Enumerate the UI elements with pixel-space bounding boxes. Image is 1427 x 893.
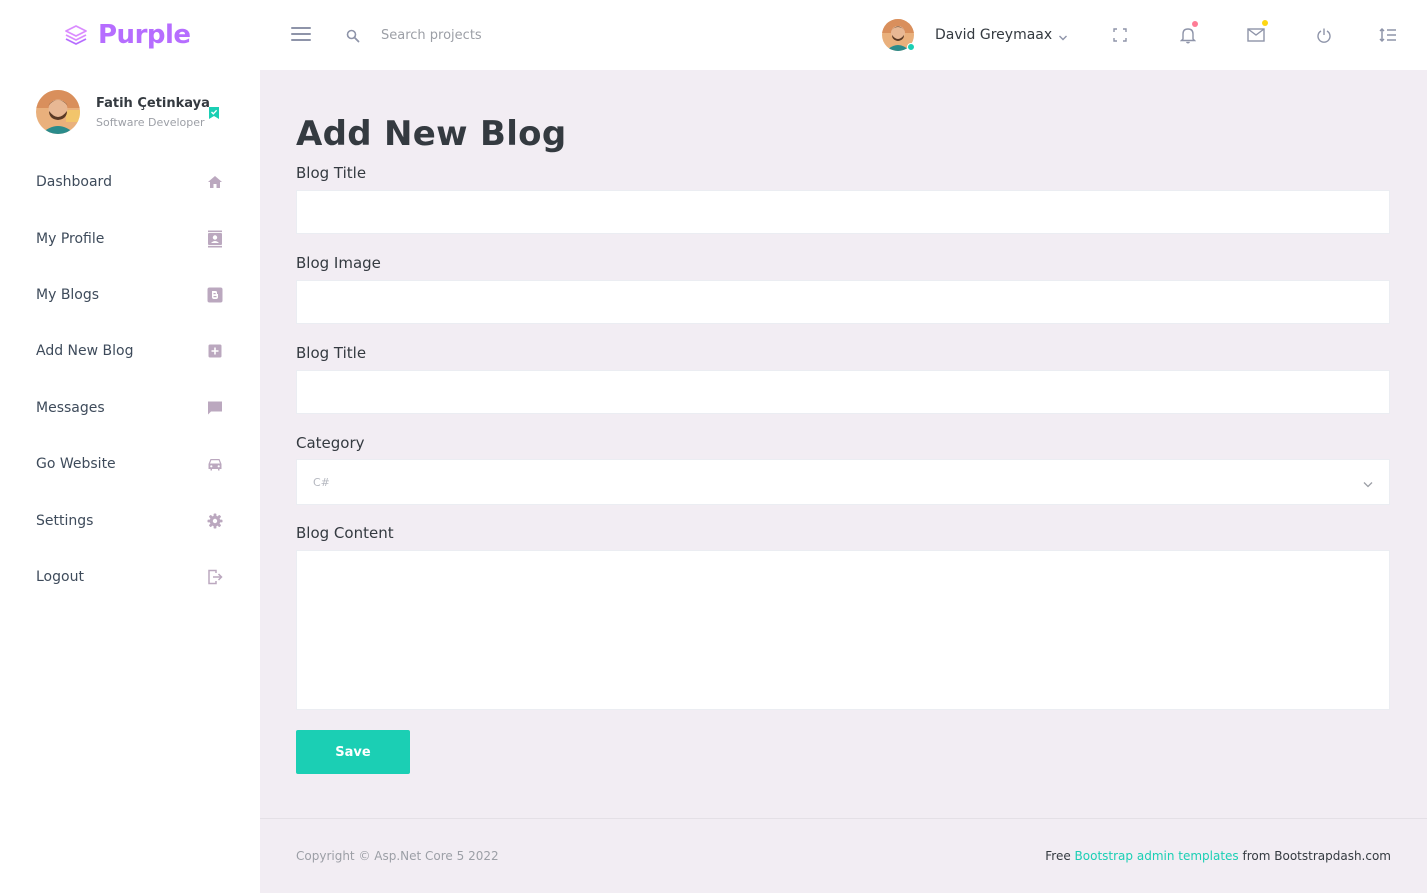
category-selected-value: C# <box>313 475 330 489</box>
bookmark-check-icon <box>208 105 220 124</box>
blog-image-label: Blog Image <box>296 254 381 272</box>
sidebar-menu: Dashboard My Profile My Blogs Add New Bl… <box>0 154 260 605</box>
credit-suffix: from Bootstrapdash.com <box>1238 849 1392 863</box>
sidebar-profile[interactable]: Fatih Çetinkaya Software Developer <box>36 90 236 134</box>
footer-credits: Free Bootstrap admin templates from Boot… <box>1045 849 1391 863</box>
notification-badge <box>1192 21 1198 27</box>
sidebar-item-dashboard[interactable]: Dashboard <box>0 154 260 210</box>
blog-title-label: Blog Title <box>296 164 367 182</box>
search-input[interactable] <box>372 22 612 48</box>
bootstrap-templates-link[interactable]: Bootstrap admin templates <box>1075 849 1239 863</box>
copyright-text: Copyright © Asp.Net Core 5 2022 <box>296 849 499 863</box>
search-icon <box>346 28 360 47</box>
sidebar-item-label: My Blogs <box>36 286 100 303</box>
layers-icon <box>64 24 88 46</box>
car-icon <box>206 455 224 473</box>
home-icon <box>206 173 224 191</box>
blog-title-label-2: Blog Title <box>296 344 367 362</box>
sidebar-item-label: My Profile <box>36 230 105 247</box>
sidebar-profile-name: Fatih Çetinkaya <box>96 95 210 111</box>
main-content: Add New Blog Blog Title Blog Image Blog … <box>260 70 1427 893</box>
sidebar-item-logout[interactable]: Logout <box>0 549 260 605</box>
sidebar-item-go-website[interactable]: Go Website <box>0 436 260 492</box>
message-badge <box>1262 20 1268 26</box>
sidebar-item-my-profile[interactable]: My Profile <box>0 210 260 266</box>
brand-logo[interactable]: Purple <box>64 18 191 52</box>
brand-name: Purple <box>98 20 191 50</box>
online-status-dot <box>907 43 915 51</box>
blog-title-input-2[interactable] <box>296 370 1390 414</box>
bell-icon[interactable] <box>1177 21 1199 46</box>
sidebar-item-label: Add New Blog <box>36 343 134 360</box>
page-title: Add New Blog <box>296 114 567 154</box>
category-select[interactable]: C# <box>296 459 1390 505</box>
menu-toggle-icon[interactable] <box>291 27 311 43</box>
sidebar-item-label: Go Website <box>36 456 116 473</box>
blog-image-input[interactable] <box>296 280 1390 324</box>
chevron-down-icon <box>1363 473 1373 492</box>
nav-username: David Greymaax <box>935 27 1053 43</box>
mail-icon[interactable] <box>1245 20 1268 46</box>
avatar <box>882 19 915 51</box>
credit-prefix: Free <box>1045 849 1075 863</box>
contacts-icon <box>206 230 224 248</box>
sidebar-item-my-blogs[interactable]: My Blogs <box>0 267 260 323</box>
sidebar-item-label: Logout <box>36 568 84 585</box>
top-navbar: Purple David Greyma <box>0 0 1427 70</box>
sidebar-profile-role: Software Developer <box>96 115 205 129</box>
footer: Copyright © Asp.Net Core 5 2022 Free Boo… <box>260 818 1427 893</box>
sidebar-item-messages[interactable]: Messages <box>0 380 260 436</box>
sidebar-item-label: Dashboard <box>36 174 112 191</box>
sidebar-item-label: Messages <box>36 399 105 416</box>
blogger-icon <box>206 286 224 304</box>
message-icon <box>206 399 224 417</box>
power-icon[interactable] <box>1313 24 1335 46</box>
gear-icon <box>206 512 224 530</box>
sidebar-item-add-new-blog[interactable]: Add New Blog <box>0 323 260 379</box>
fullscreen-icon[interactable] <box>1109 24 1131 46</box>
blog-content-textarea[interactable] <box>296 550 1390 710</box>
blog-title-input[interactable] <box>296 190 1390 234</box>
chevron-down-icon <box>1058 27 1068 46</box>
logout-icon <box>206 568 224 586</box>
category-label: Category <box>296 434 365 452</box>
sidebar: Fatih Çetinkaya Software Developer Dashb… <box>0 70 260 893</box>
format-list-icon[interactable] <box>1377 24 1399 46</box>
sidebar-item-label: Settings <box>36 512 94 529</box>
avatar <box>36 90 80 134</box>
save-button[interactable]: Save <box>296 730 410 774</box>
user-profile-dropdown[interactable]: David Greymaax <box>882 18 1068 52</box>
sidebar-item-settings[interactable]: Settings <box>0 492 260 548</box>
plus-box-icon <box>206 342 224 360</box>
blog-content-label: Blog Content <box>296 524 394 542</box>
